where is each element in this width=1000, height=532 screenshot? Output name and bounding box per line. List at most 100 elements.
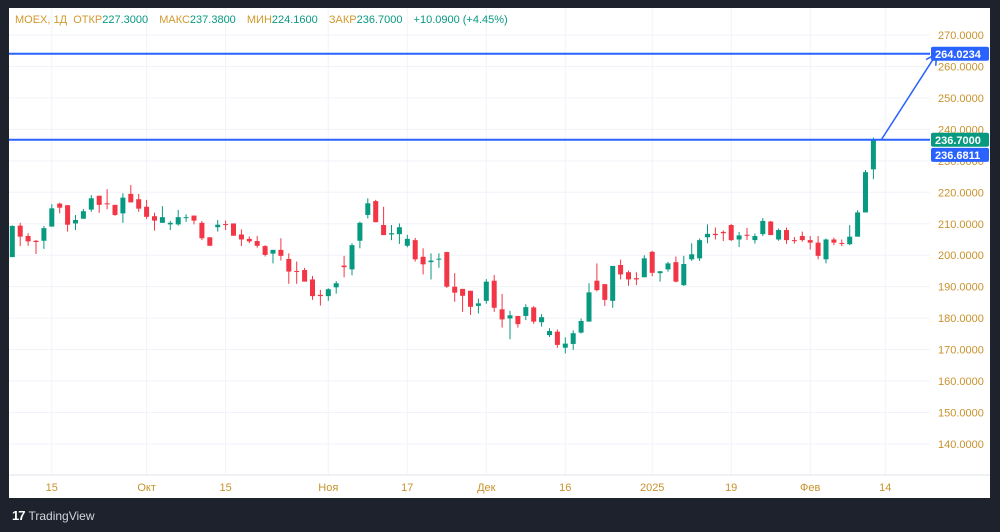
- candle-down[interactable]: [815, 242, 821, 256]
- candle-up[interactable]: [389, 233, 394, 235]
- candle-up[interactable]: [436, 258, 442, 260]
- candle-up[interactable]: [760, 220, 766, 235]
- candle-down[interactable]: [633, 278, 639, 280]
- candle-up[interactable]: [578, 320, 584, 333]
- candle-down[interactable]: [412, 240, 418, 260]
- candlestick-chart[interactable]: 140.0000 150.0000 160.0000 170.0000 180.0000…: [9, 8, 990, 498]
- candle-down[interactable]: [728, 225, 734, 241]
- candle-up[interactable]: [167, 222, 173, 225]
- candle-up[interactable]: [736, 235, 742, 240]
- candle-down[interactable]: [791, 240, 797, 242]
- candle-down[interactable]: [839, 242, 845, 244]
- candle-down[interactable]: [515, 315, 521, 325]
- candle-up[interactable]: [404, 238, 410, 246]
- candle-up[interactable]: [855, 212, 861, 237]
- candle-up[interactable]: [507, 315, 513, 319]
- candle-up[interactable]: [823, 239, 829, 260]
- candle-down[interactable]: [420, 256, 426, 265]
- candle-up[interactable]: [562, 343, 568, 348]
- candle-down[interactable]: [278, 249, 284, 256]
- candle-down[interactable]: [381, 225, 387, 236]
- candle-down[interactable]: [444, 252, 450, 287]
- candle-up[interactable]: [870, 139, 876, 170]
- candle-down[interactable]: [238, 234, 244, 240]
- candle-down[interactable]: [33, 240, 39, 243]
- candle-down[interactable]: [294, 270, 300, 272]
- candle-down[interactable]: [65, 205, 71, 225]
- candle-down[interactable]: [720, 231, 726, 234]
- candle-up[interactable]: [847, 236, 853, 245]
- candle-down[interactable]: [152, 216, 157, 221]
- candle-up[interactable]: [657, 271, 663, 274]
- candle-down[interactable]: [499, 309, 505, 320]
- candle-down[interactable]: [452, 286, 458, 293]
- candle-down[interactable]: [744, 234, 750, 236]
- candle-up[interactable]: [9, 225, 15, 258]
- candle-down[interactable]: [144, 206, 150, 217]
- candle-up[interactable]: [483, 281, 489, 301]
- candle-up[interactable]: [41, 228, 47, 241]
- candle-up[interactable]: [49, 208, 55, 227]
- candle-up[interactable]: [776, 230, 782, 240]
- candle-up[interactable]: [215, 224, 221, 228]
- candle-down[interactable]: [626, 272, 631, 280]
- candle-up[interactable]: [665, 263, 671, 270]
- candle-up[interactable]: [697, 240, 703, 259]
- candle-down[interactable]: [25, 236, 31, 242]
- candle-down[interactable]: [554, 331, 560, 345]
- candle-up[interactable]: [428, 260, 434, 263]
- candle-down[interactable]: [807, 240, 813, 243]
- candle-up[interactable]: [705, 233, 710, 238]
- candle-down[interactable]: [286, 258, 292, 272]
- candle-down[interactable]: [231, 223, 236, 236]
- candle-down[interactable]: [831, 239, 837, 243]
- candle-up[interactable]: [80, 211, 86, 219]
- candle-down[interactable]: [618, 264, 624, 275]
- candle-down[interactable]: [104, 203, 110, 205]
- candle-up[interactable]: [325, 289, 331, 297]
- candle-down[interactable]: [128, 193, 134, 203]
- candle-up[interactable]: [73, 219, 78, 224]
- candle-down[interactable]: [223, 224, 229, 226]
- candle-down[interactable]: [112, 204, 118, 215]
- candle-down[interactable]: [491, 280, 497, 308]
- candle-down[interactable]: [594, 280, 600, 291]
- candle-up[interactable]: [641, 258, 647, 278]
- candle-up[interactable]: [396, 227, 402, 235]
- candle-down[interactable]: [96, 195, 102, 205]
- candle-down[interactable]: [784, 230, 789, 241]
- candle-up[interactable]: [270, 249, 276, 254]
- candle-up[interactable]: [349, 245, 355, 270]
- candle-down[interactable]: [17, 225, 23, 237]
- candle-up[interactable]: [357, 222, 363, 241]
- candle-up[interactable]: [475, 303, 481, 306]
- candle-up[interactable]: [88, 198, 94, 210]
- candle-down[interactable]: [302, 270, 308, 282]
- candle-up[interactable]: [333, 283, 339, 288]
- candle-down[interactable]: [602, 284, 608, 300]
- candle-up[interactable]: [175, 217, 181, 225]
- candle-down[interactable]: [799, 236, 805, 241]
- candle-down[interactable]: [191, 215, 197, 221]
- candle-up[interactable]: [159, 217, 165, 223]
- candle-up[interactable]: [523, 307, 529, 316]
- candle-up[interactable]: [570, 333, 576, 344]
- candle-up[interactable]: [547, 331, 552, 336]
- candle-up[interactable]: [863, 172, 868, 213]
- chart-panel[interactable]: MOEX, 1Д ОТКР227.3000 МАКС237.3800 МИН22…: [9, 8, 990, 498]
- candle-up[interactable]: [365, 203, 371, 215]
- candle-up[interactable]: [752, 236, 758, 241]
- candle-down[interactable]: [649, 251, 655, 273]
- candle-down[interactable]: [57, 203, 63, 208]
- candle-down[interactable]: [254, 241, 260, 246]
- candle-down[interactable]: [341, 265, 347, 268]
- candle-down[interactable]: [317, 294, 323, 297]
- candle-up[interactable]: [539, 317, 545, 323]
- candle-down[interactable]: [673, 262, 679, 282]
- candle-down[interactable]: [199, 222, 205, 239]
- candle-up[interactable]: [610, 265, 616, 301]
- candle-down[interactable]: [262, 246, 268, 255]
- candle-down[interactable]: [712, 233, 718, 236]
- candle-down[interactable]: [136, 199, 142, 209]
- candle-up[interactable]: [120, 197, 126, 214]
